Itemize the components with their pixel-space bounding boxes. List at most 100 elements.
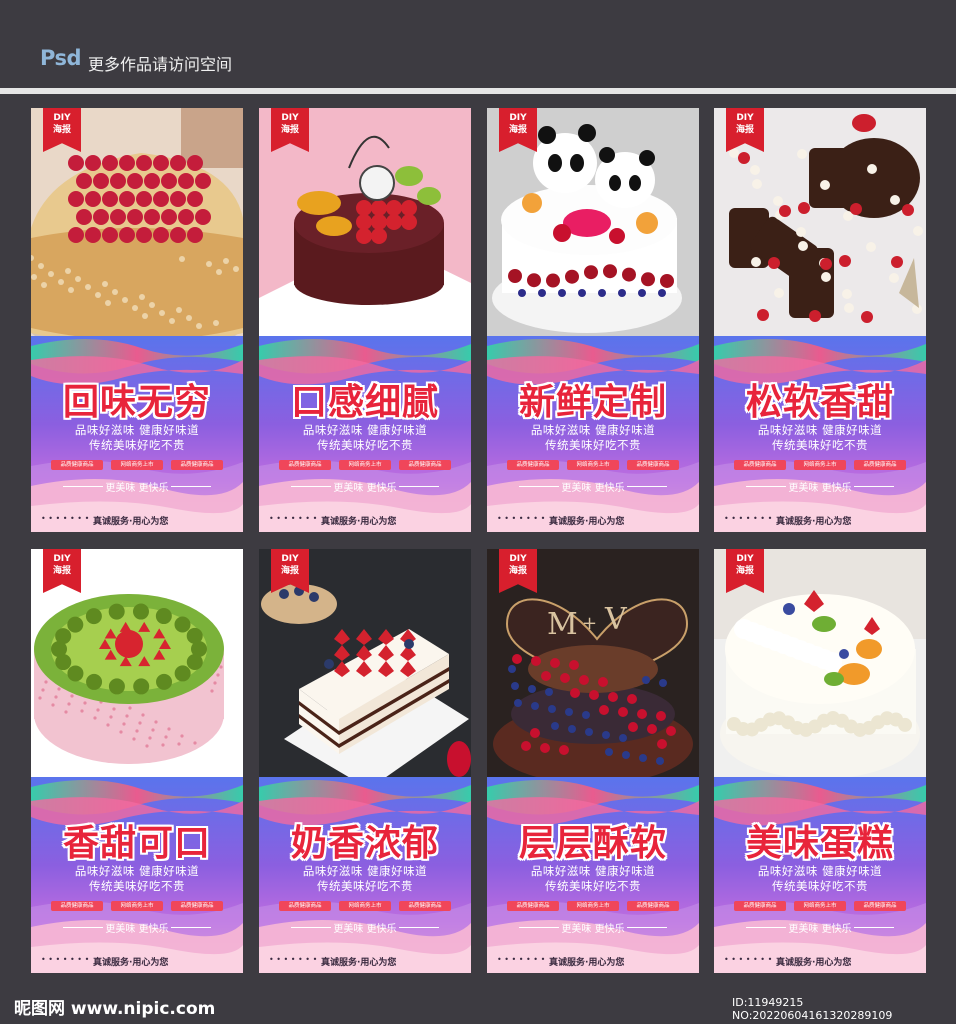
poster-subtitle-1: 品味好滋味 健康好味道	[302, 423, 428, 437]
tag-row: 品质健康商品 网络商务上市 品质健康商品	[31, 901, 243, 913]
tag: 品质健康商品	[854, 460, 906, 470]
cake-photo	[259, 549, 471, 789]
badge-line1: DIY	[736, 113, 754, 123]
cake-photo	[259, 108, 471, 348]
tag: 品质健康商品	[854, 901, 906, 911]
poster-card[interactable]: DIY 海报 松软香甜 品味好滋味 健康好味道 传统美味好吃不贵 品质健康商品 …	[714, 108, 926, 532]
poster-title: 香甜可口	[62, 823, 211, 864]
tag: 网络商务上市	[567, 460, 619, 470]
tag: 品质健康商品	[627, 901, 679, 911]
poster-panel: 奶香浓郁 品味好滋味 健康好味道 传统美味好吃不贵 品质健康商品 网络商务上市 …	[259, 777, 471, 973]
tag-row: 品质健康商品 网络商务上市 品质健康商品	[714, 460, 926, 472]
poster-card[interactable]: DIY 海报 回味无穷 品味好滋味 健康好味道 传统美味好吃不贵 品质健康商品 …	[31, 108, 243, 532]
poster-footer: 真诚服务·用心为您	[776, 958, 852, 968]
poster-subtitle-1: 品味好滋味 健康好味道	[530, 423, 656, 437]
slogan-line	[171, 486, 211, 487]
svg-text:V: V	[604, 602, 628, 637]
poster-slogan: 更美味 更快乐	[561, 924, 625, 935]
poster-slogan: 更美味 更快乐	[105, 483, 169, 494]
badge-line2: 海报	[735, 125, 754, 135]
poster-subtitle-1: 品味好滋味 健康好味道	[74, 864, 200, 878]
tag-row: 品质健康商品 网络商务上市 品质健康商品	[31, 460, 243, 472]
tag: 网络商务上市	[111, 460, 163, 470]
tag-row: 品质健康商品 网络商务上市 品质健康商品	[487, 901, 699, 913]
tag-row: 品质健康商品 网络商务上市 品质健康商品	[259, 460, 471, 472]
tag: 品质健康商品	[507, 460, 559, 470]
svg-text:M: M	[547, 607, 578, 642]
poster-panel: 松软香甜 品味好滋味 健康好味道 传统美味好吃不贵 品质健康商品 网络商务上市 …	[714, 336, 926, 532]
badge-line2: 海报	[280, 566, 299, 576]
tag: 网络商务上市	[111, 901, 163, 911]
tag: 网络商务上市	[794, 901, 846, 911]
tag: 品质健康商品	[507, 901, 559, 911]
poster-footer: 真诚服务·用心为您	[93, 958, 169, 968]
poster-title: 层层酥软	[518, 823, 667, 864]
footer-dots: • • • • • • •	[724, 514, 773, 523]
tag: 品质健康商品	[171, 460, 223, 470]
poster-card[interactable]: M + V DIY 海报 层层酥软 品味好滋味 健康好味道 传统美味好吃不贵 品…	[487, 549, 699, 973]
poster-subtitle-2: 传统美味好吃不贵	[317, 879, 413, 893]
poster-subtitle-1: 品味好滋味 健康好味道	[530, 864, 656, 878]
svg-text:+: +	[582, 613, 597, 634]
slogan-line	[627, 927, 667, 928]
tag: 品质健康商品	[279, 460, 331, 470]
poster-card[interactable]: DIY 海报 美味蛋糕 品味好滋味 健康好味道 传统美味好吃不贵 品质健康商品 …	[714, 549, 926, 973]
slogan-line	[854, 486, 894, 487]
badge-line1: DIY	[736, 554, 754, 564]
tag: 品质健康商品	[734, 901, 786, 911]
header-divider	[0, 88, 956, 94]
slogan-line	[399, 486, 439, 487]
tag-row: 品质健康商品 网络商务上市 品质健康商品	[259, 901, 471, 913]
footer-dots: • • • • • • •	[41, 955, 90, 964]
tag: 品质健康商品	[51, 901, 103, 911]
poster-subtitle-1: 品味好滋味 健康好味道	[757, 864, 883, 878]
poster-card[interactable]: DIY 海报 香甜可口 品味好滋味 健康好味道 传统美味好吃不贵 品质健康商品 …	[31, 549, 243, 973]
poster-subtitle-1: 品味好滋味 健康好味道	[74, 423, 200, 437]
badge-line1: DIY	[53, 554, 71, 564]
poster-subtitle-1: 品味好滋味 健康好味道	[302, 864, 428, 878]
poster-title: 松软香甜	[745, 382, 894, 423]
tag: 网络商务上市	[339, 460, 391, 470]
poster-card[interactable]: DIY 海报 新鲜定制 品味好滋味 健康好味道 传统美味好吃不贵 品质健康商品 …	[487, 108, 699, 532]
tag: 品质健康商品	[171, 901, 223, 911]
tag: 品质健康商品	[627, 460, 679, 470]
poster-title: 回味无穷	[62, 382, 211, 423]
badge-line2: 海报	[52, 566, 71, 576]
poster-slogan: 更美味 更快乐	[333, 924, 397, 935]
cake-photo	[714, 549, 926, 789]
poster-title: 口感细腻	[290, 382, 439, 423]
tag-row: 品质健康商品 网络商务上市 品质健康商品	[714, 901, 926, 913]
poster-subtitle-2: 传统美味好吃不贵	[545, 438, 641, 452]
poster-subtitle-2: 传统美味好吃不贵	[545, 879, 641, 893]
poster-card[interactable]: DIY 海报 口感细腻 品味好滋味 健康好味道 传统美味好吃不贵 品质健康商品 …	[259, 108, 471, 532]
cake-photo	[714, 108, 926, 348]
poster-panel: 香甜可口 品味好滋味 健康好味道 传统美味好吃不贵 品质健康商品 网络商务上市 …	[31, 777, 243, 973]
badge-line2: 海报	[508, 125, 527, 135]
tag: 网络商务上市	[339, 901, 391, 911]
slogan-line	[627, 486, 667, 487]
psd-logo: Psd	[40, 46, 82, 70]
header-text: 更多作品请访问空间	[88, 55, 233, 74]
poster-slogan: 更美味 更快乐	[105, 924, 169, 935]
poster-panel: 口感细腻 品味好滋味 健康好味道 传统美味好吃不贵 品质健康商品 网络商务上市 …	[259, 336, 471, 532]
poster-card[interactable]: DIY 海报 奶香浓郁 品味好滋味 健康好味道 传统美味好吃不贵 品质健康商品 …	[259, 549, 471, 973]
poster-subtitle-2: 传统美味好吃不贵	[89, 879, 185, 893]
footer-dots: • • • • • • •	[269, 955, 318, 964]
cake-photo	[31, 549, 243, 789]
badge-line2: 海报	[52, 125, 71, 135]
cake-photo	[487, 108, 699, 348]
poster-subtitle-2: 传统美味好吃不贵	[89, 438, 185, 452]
tag: 品质健康商品	[399, 460, 451, 470]
poster-footer: 真诚服务·用心为您	[549, 958, 625, 968]
poster-title: 奶香浓郁	[290, 823, 439, 864]
slogan-line	[854, 927, 894, 928]
tag: 品质健康商品	[279, 901, 331, 911]
badge-line1: DIY	[281, 113, 299, 123]
watermark-id: ID:11949215 NO:20220604161320289109	[732, 996, 893, 1022]
poster-panel: 美味蛋糕 品味好滋味 健康好味道 传统美味好吃不贵 品质健康商品 网络商务上市 …	[714, 777, 926, 973]
slogan-line	[399, 927, 439, 928]
badge-line2: 海报	[735, 566, 754, 576]
poster-footer: 真诚服务·用心为您	[93, 517, 169, 527]
tag: 品质健康商品	[734, 460, 786, 470]
footer-dots: • • • • • • •	[497, 955, 546, 964]
